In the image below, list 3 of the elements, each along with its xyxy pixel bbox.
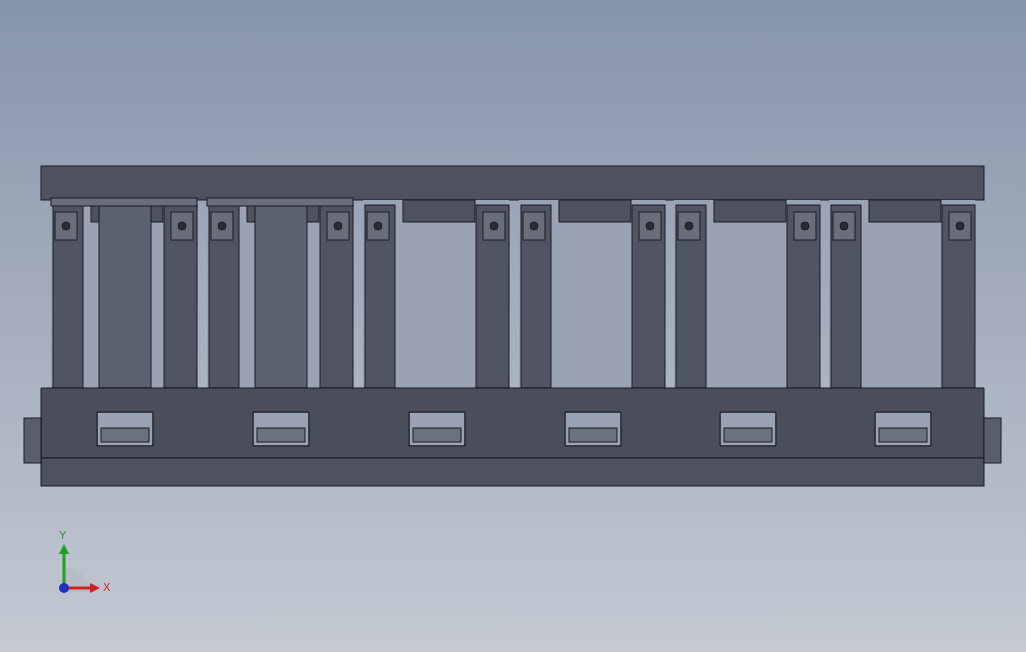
y-axis-label: Y xyxy=(59,530,67,541)
x-axis-label: X xyxy=(103,582,111,593)
z-axis-dot-icon xyxy=(59,583,69,593)
